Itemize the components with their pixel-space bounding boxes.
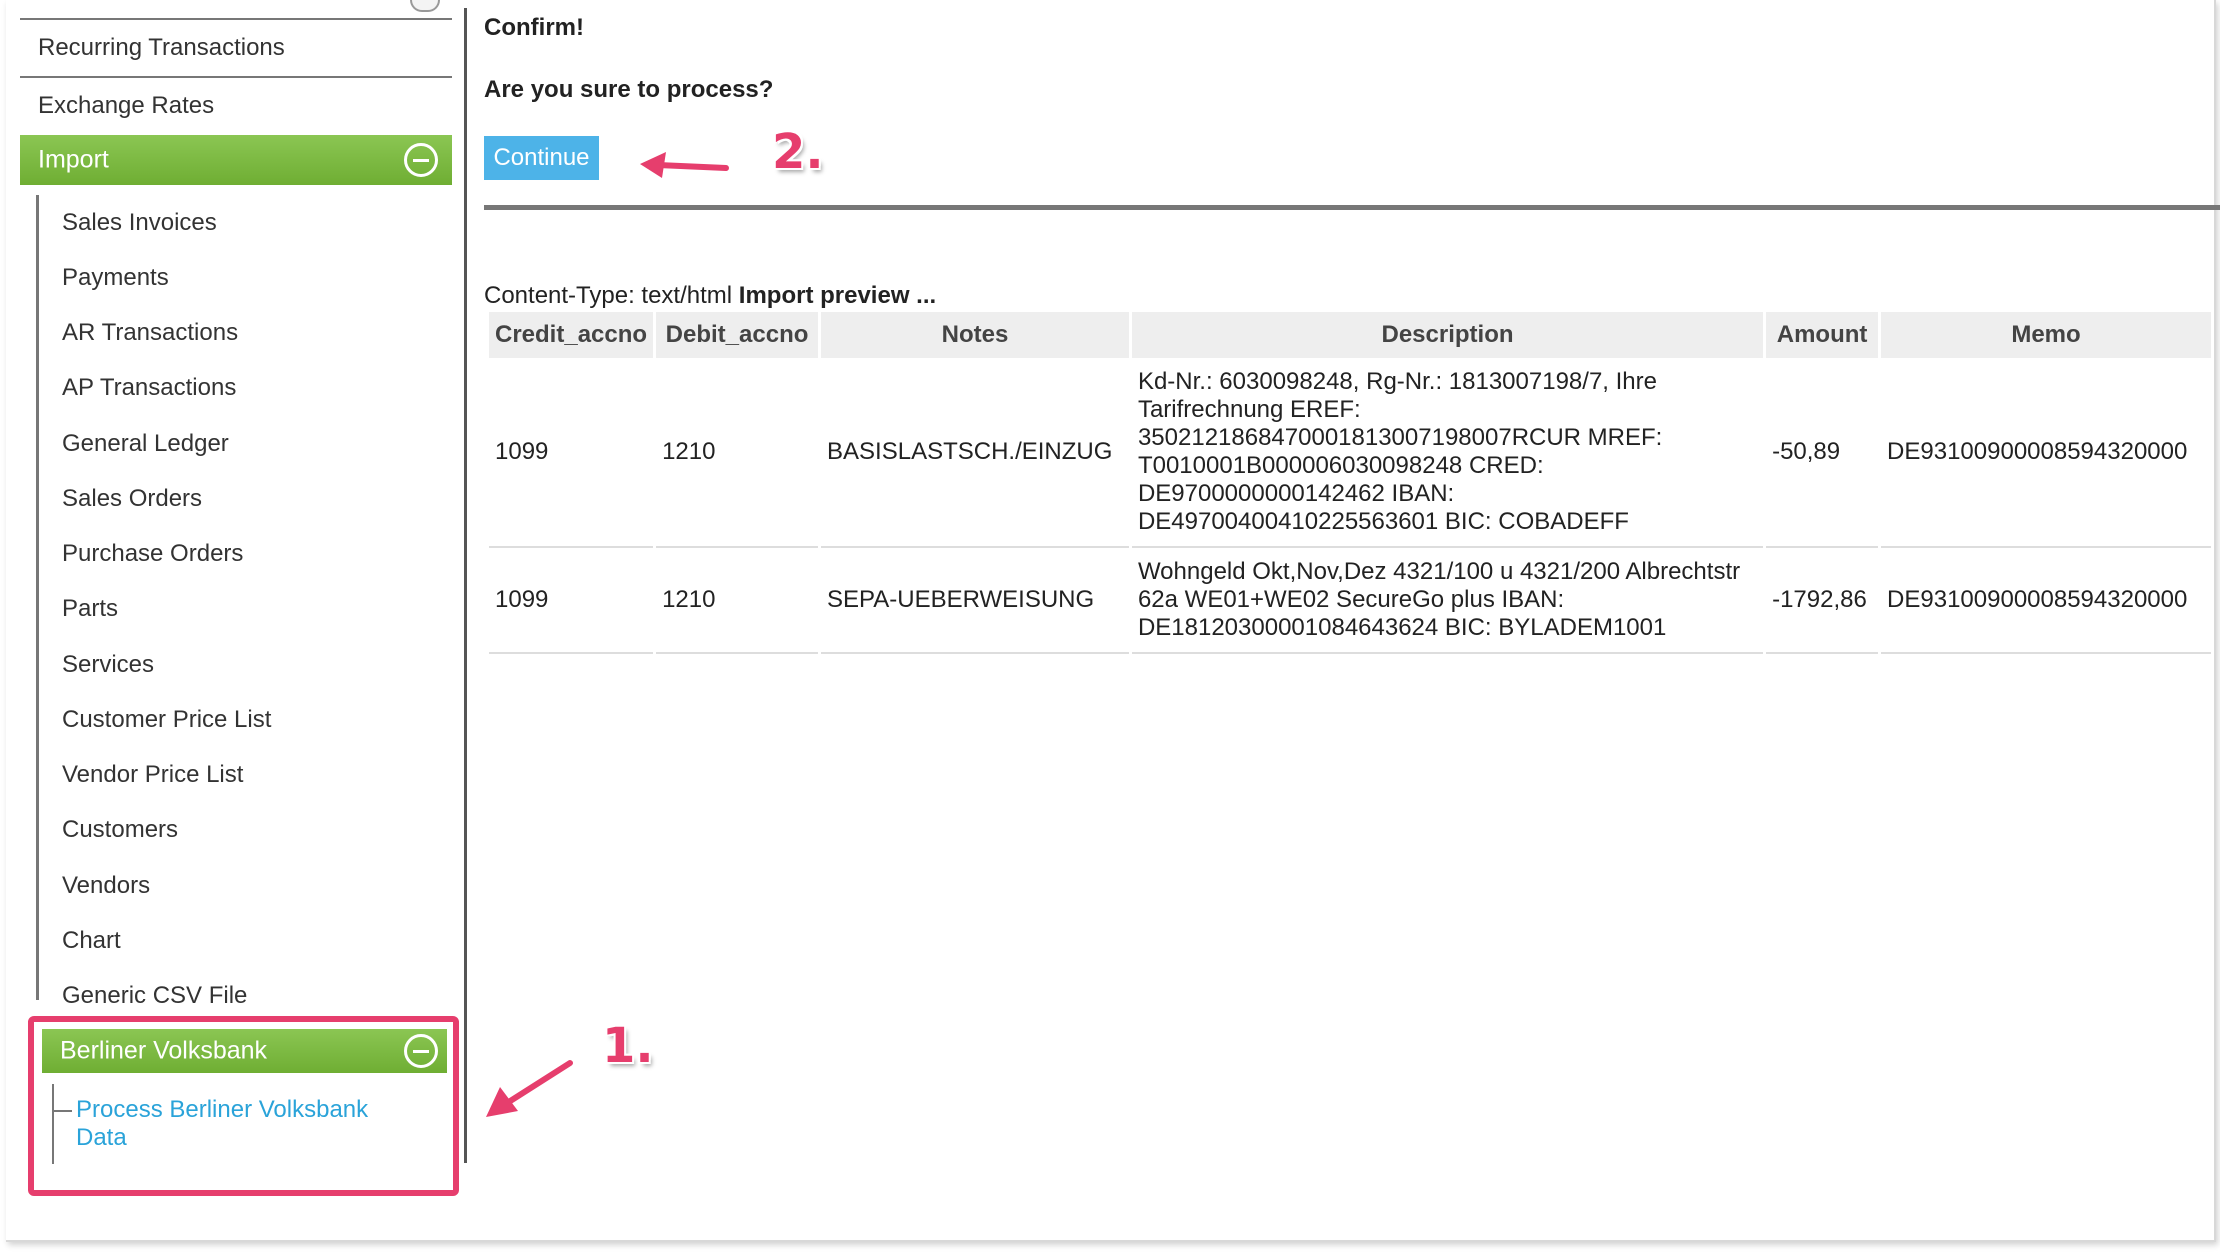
confirm-question: Are you sure to process? <box>484 76 774 103</box>
column-header-description[interactable]: Description <box>1131 312 1764 358</box>
sidebar-group-label: Berliner Volksbank <box>60 1036 268 1065</box>
tree-line <box>36 195 39 1000</box>
sidebar-item-vendors[interactable]: Vendors <box>62 872 150 900</box>
sidebar-item-sales-orders[interactable]: Sales Orders <box>62 485 202 513</box>
cell-memo: DE93100900008594320000 <box>1881 548 2211 654</box>
content-type-text: Content-Type: text/html <box>484 282 733 309</box>
cell-credit: 1099 <box>489 548 654 654</box>
collapse-minus-icon[interactable] <box>404 1034 438 1068</box>
sidebar: Recurring Transactions Exchange Rates Im… <box>6 0 470 1240</box>
sidebar-item-chart[interactable]: Chart <box>62 927 121 955</box>
table-row: 1099 1210 SEPA-UEBERWEISUNG Wohngeld Okt… <box>489 548 2211 654</box>
import-preview-label: Import preview ... <box>738 282 937 309</box>
sidebar-group-berliner-volksbank[interactable]: Berliner Volksbank <box>42 1029 447 1073</box>
tree-line <box>52 1084 54 1164</box>
cell-description: Wohngeld Okt,Nov,Dez 4321/100 u 4321/200… <box>1131 548 1764 654</box>
column-header-notes[interactable]: Notes <box>821 312 1129 358</box>
collapse-minus-icon[interactable] <box>404 143 438 177</box>
cell-debit: 1210 <box>656 358 819 548</box>
sidebar-item-customers[interactable]: Customers <box>62 816 178 844</box>
sidebar-item-customer-price-list[interactable]: Customer Price List <box>62 706 271 734</box>
annotation-step-2: 2. <box>772 124 824 180</box>
cell-credit: 1099 <box>489 358 654 548</box>
cell-description: Kd-Nr.: 6030098248, Rg-Nr.: 1813007198/7… <box>1131 358 1764 548</box>
tree-line <box>52 1110 72 1112</box>
table-row: 1099 1210 BASISLASTSCH./EINZUG Kd-Nr.: 6… <box>489 358 2211 548</box>
sidebar-item-ar-transactions[interactable]: AR Transactions <box>62 319 238 347</box>
import-preview-table: Credit_accno Debit_accno Notes Descripti… <box>486 312 2214 654</box>
sidebar-item-recurring-transactions[interactable]: Recurring Transactions <box>38 34 285 62</box>
annotation-step-1: 1. <box>602 1018 654 1074</box>
sidebar-item-parts[interactable]: Parts <box>62 595 118 623</box>
column-header-memo[interactable]: Memo <box>1881 312 2211 358</box>
sidebar-item-general-ledger[interactable]: General Ledger <box>62 430 229 458</box>
annotation-arrow-1 <box>486 1060 573 1117</box>
sidebar-item-ap-transactions[interactable]: AP Transactions <box>62 374 236 402</box>
main-content: Confirm! Are you sure to process? Contin… <box>484 0 2220 1240</box>
divider <box>20 18 452 20</box>
content-type-line: Content-Type: text/html Import preview .… <box>484 282 936 310</box>
annotation-arrow-2 <box>640 152 729 178</box>
collapse-knob-icon[interactable] <box>410 0 440 12</box>
sidebar-group-label: Import <box>38 145 109 174</box>
sidebar-item-payments[interactable]: Payments <box>62 264 169 292</box>
sidebar-item-vendor-price-list[interactable]: Vendor Price List <box>62 761 243 789</box>
sidebar-item-generic-csv-file[interactable]: Generic CSV File <box>62 982 247 1010</box>
divider <box>20 76 452 78</box>
divider <box>484 205 2220 210</box>
column-header-credit-accno[interactable]: Credit_accno <box>489 312 654 358</box>
cell-notes: SEPA-UEBERWEISUNG <box>821 548 1129 654</box>
continue-button[interactable]: Continue <box>484 136 599 180</box>
cell-amount: -1792,86 <box>1766 548 1879 654</box>
column-header-debit-accno[interactable]: Debit_accno <box>656 312 819 358</box>
sidebar-item-purchase-orders[interactable]: Purchase Orders <box>62 540 243 568</box>
process-berliner-volksbank-link[interactable]: Process Berliner Volksbank Data <box>76 1096 416 1152</box>
table-header-row: Credit_accno Debit_accno Notes Descripti… <box>489 312 2211 358</box>
sidebar-item-sales-invoices[interactable]: Sales Invoices <box>62 209 217 237</box>
app-window: Recurring Transactions Exchange Rates Im… <box>6 0 2220 1242</box>
column-header-amount[interactable]: Amount <box>1766 312 1879 358</box>
cell-amount: -50,89 <box>1766 358 1879 548</box>
cell-memo: DE93100900008594320000 <box>1881 358 2211 548</box>
cell-notes: BASISLASTSCH./EINZUG <box>821 358 1129 548</box>
sidebar-border <box>464 8 467 1163</box>
sidebar-item-services[interactable]: Services <box>62 651 154 679</box>
sidebar-item-exchange-rates[interactable]: Exchange Rates <box>38 92 214 120</box>
cell-debit: 1210 <box>656 548 819 654</box>
sidebar-group-import[interactable]: Import <box>20 135 452 185</box>
page-title: Confirm! <box>484 14 584 41</box>
